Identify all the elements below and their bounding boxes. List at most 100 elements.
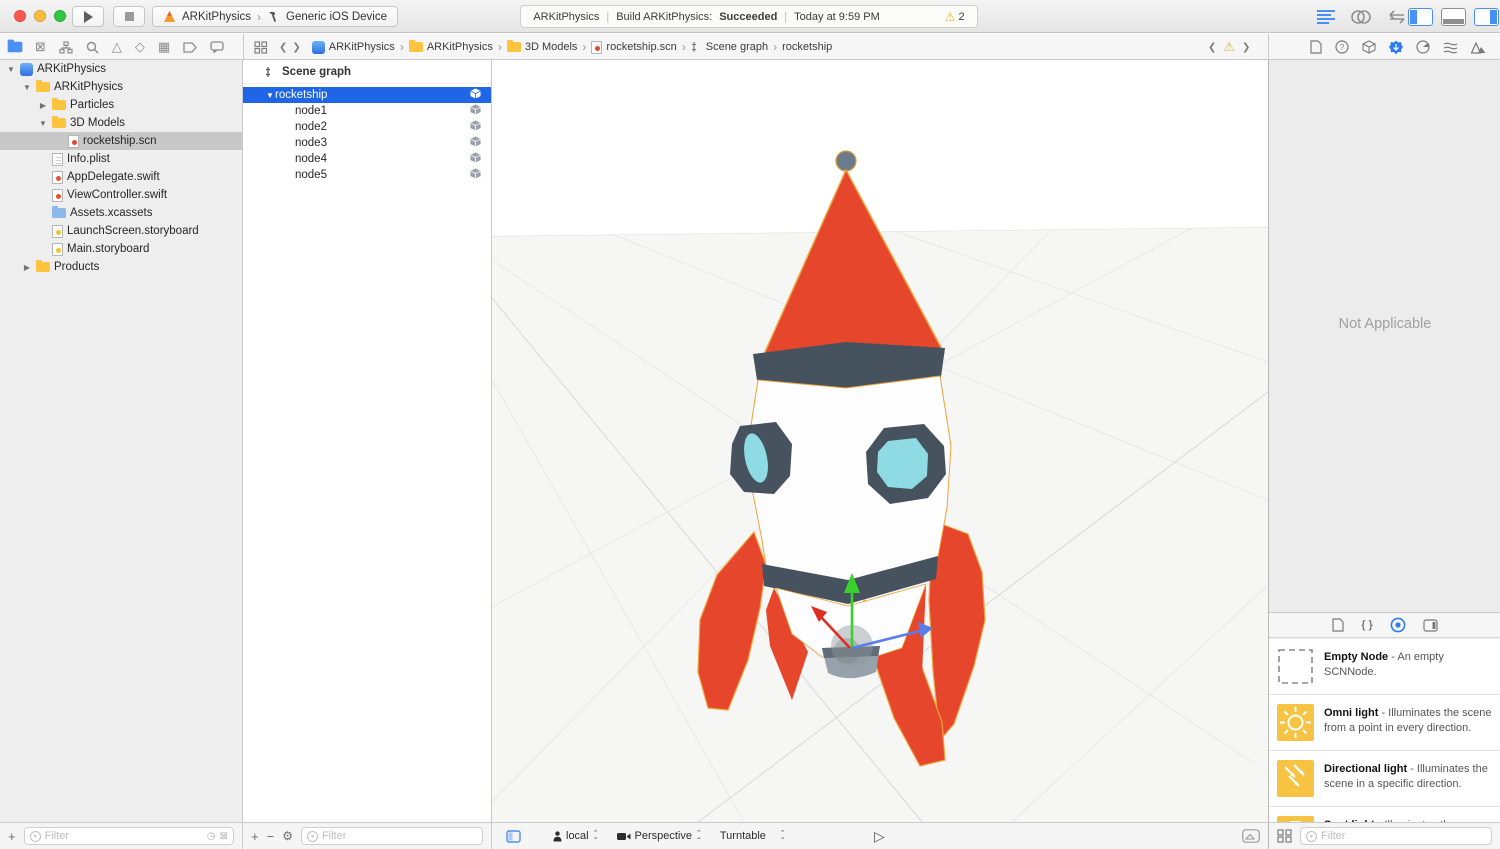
nav-item-products[interactable]: ▶ Products <box>0 258 242 276</box>
disclosure-triangle[interactable]: ▼ <box>38 119 48 128</box>
standard-editor-icon[interactable] <box>1316 9 1336 25</box>
library-item-omni-light[interactable]: Omni light - Illuminates the scene from … <box>1269 695 1500 751</box>
add-node-button[interactable]: + <box>251 829 259 844</box>
go-back-button[interactable]: ❮ <box>279 42 287 53</box>
scene-graph-filter-field[interactable]: ▾ <box>301 827 483 845</box>
nav-item-launchscreen[interactable]: LaunchScreen.storyboard <box>0 222 242 240</box>
disclosure-triangle[interactable]: ▼ <box>22 83 32 92</box>
add-file-button[interactable]: + <box>8 829 16 844</box>
camera-selector[interactable]: Perspective ⌃⌄ <box>617 830 702 842</box>
report-navigator-icon[interactable] <box>210 41 224 53</box>
close-window-button[interactable] <box>14 10 26 22</box>
library-filter-input[interactable] <box>1321 830 1486 842</box>
nav-item-particles[interactable]: ▶ Particles <box>0 96 242 114</box>
project-navigator-icon[interactable] <box>8 42 23 53</box>
toggle-inspector-button[interactable] <box>1474 8 1499 26</box>
run-button[interactable] <box>72 6 104 27</box>
library-filter-field[interactable]: ▾ <box>1300 827 1492 845</box>
nav-item-project[interactable]: ▼ ARKitPhysics <box>0 60 242 78</box>
quick-help-inspector-icon[interactable]: ? <box>1335 40 1349 54</box>
library-view-mode-icon[interactable] <box>1277 829 1292 843</box>
toggle-debug-area-button[interactable] <box>1441 8 1466 26</box>
navigator-filter-input[interactable] <box>45 830 203 842</box>
scene-node-rocketship[interactable]: ▼ rocketship <box>243 87 491 103</box>
scene-node[interactable]: node1 <box>243 103 491 119</box>
nav-item-appdelegate[interactable]: AppDelegate.swift <box>0 168 242 186</box>
assistant-editor-icon[interactable] <box>1350 9 1372 25</box>
scene-node[interactable]: node3 <box>243 135 491 151</box>
next-issue-button[interactable]: ❯ <box>1242 42 1250 53</box>
toggle-scene-graph-button[interactable] <box>506 830 521 843</box>
scheme-selector[interactable]: ARKitPhysics › Generic iOS Device <box>152 6 398 27</box>
nav-item-3d-models[interactable]: ▼ 3D Models <box>0 114 242 132</box>
navigator-filter-field[interactable]: ▾ ◷ ⊠ <box>24 827 234 845</box>
file-template-library-icon[interactable] <box>1332 618 1344 632</box>
symbol-navigator-icon[interactable] <box>59 41 73 54</box>
level-inspector-icon[interactable] <box>1471 41 1486 54</box>
minimize-window-button[interactable] <box>34 10 46 22</box>
breadcrumb-group[interactable]: ARKitPhysics <box>409 41 493 53</box>
scene-node[interactable]: node4 <box>243 151 491 167</box>
breadcrumb-project[interactable]: ARKitPhysics <box>312 41 395 54</box>
stepper-down: ⌄ <box>696 836 702 841</box>
coordinate-space-selector[interactable]: local ⌃⌄ <box>553 830 599 842</box>
orbit-mode-selector[interactable]: Turntable ⌃⌄ <box>720 830 786 842</box>
issue-navigator-icon[interactable]: △ <box>112 39 122 55</box>
search-navigator-icon[interactable] <box>86 41 99 54</box>
breakpoint-navigator-icon[interactable] <box>183 42 197 53</box>
library-item-empty-node[interactable]: Empty Node - An empty SCNNode. <box>1269 639 1500 695</box>
breadcrumb-scene-graph[interactable]: Scene graph <box>691 41 768 53</box>
go-forward-button[interactable]: ❯ <box>292 42 300 53</box>
physics-inspector-icon[interactable] <box>1416 40 1430 54</box>
folder-icon <box>507 42 521 52</box>
nav-item-info-plist[interactable]: Info.plist <box>0 150 242 168</box>
asset-catalog-icon <box>52 208 66 218</box>
previous-issue-button[interactable]: ❮ <box>1208 42 1216 53</box>
attributes-inspector-icon[interactable] <box>1389 40 1403 55</box>
toggle-navigator-button[interactable] <box>1408 8 1433 26</box>
nav-item-assets[interactable]: Assets.xcassets <box>0 204 242 222</box>
warning-icon[interactable]: ⚠ <box>1223 39 1235 55</box>
breadcrumb-group[interactable]: 3D Models <box>507 41 578 53</box>
node-inspector-icon[interactable] <box>1362 40 1376 54</box>
scene-editor-viewport[interactable] <box>492 60 1268 822</box>
nav-item-rocketship-scn[interactable]: rocketship.scn <box>0 132 242 150</box>
directional-light-icon <box>1277 760 1314 797</box>
nav-item-viewcontroller[interactable]: ViewController.swift <box>0 186 242 204</box>
debug-navigator-icon[interactable]: ▦ <box>158 39 170 55</box>
related-items-icon[interactable] <box>254 41 268 54</box>
zoom-window-button[interactable] <box>54 10 66 22</box>
breadcrumb-node[interactable]: rocketship <box>782 41 832 53</box>
version-editor-icon[interactable] <box>1386 9 1408 25</box>
warning-counter[interactable]: ⚠ 2 <box>945 10 965 24</box>
library-item-spot-light[interactable]: Spot light - Illuminates the scene <box>1269 807 1500 822</box>
code-snippet-library-icon[interactable]: { } <box>1361 619 1373 631</box>
file-inspector-icon[interactable] <box>1310 40 1322 54</box>
disclosure-triangle[interactable]: ▶ <box>38 101 48 110</box>
scene-graph-filter-input[interactable] <box>322 830 477 842</box>
remove-node-button[interactable]: − <box>267 829 275 844</box>
object-library-icon[interactable] <box>1390 617 1406 633</box>
play-scene-button[interactable]: ▷ <box>874 828 885 845</box>
scene-node[interactable]: node5 <box>243 167 491 183</box>
snapshot-button[interactable] <box>1242 829 1260 843</box>
empty-node-icon <box>1277 648 1314 685</box>
scene-graph-panel: Scene graph ▼ rocketship node1 node2 nod… <box>243 60 492 822</box>
test-navigator-icon[interactable]: ◇ <box>135 39 145 55</box>
recent-files-icon[interactable]: ◷ <box>207 831 216 842</box>
library-item-directional-light[interactable]: Directional light - Illuminates the scen… <box>1269 751 1500 807</box>
stop-button[interactable] <box>113 6 145 27</box>
disclosure-triangle[interactable]: ▶ <box>22 263 32 272</box>
disclosure-triangle[interactable]: ▼ <box>6 65 16 74</box>
scene-inspector-icon[interactable] <box>1443 41 1458 54</box>
action-gear-button[interactable]: ⚙ <box>282 829 293 843</box>
source-control-navigator-icon[interactable]: ⊠ <box>35 39 46 55</box>
scene-graph-icon <box>265 66 276 78</box>
nav-item-group[interactable]: ▼ ARKitPhysics <box>0 78 242 96</box>
nav-item-main-storyboard[interactable]: Main.storyboard <box>0 240 242 258</box>
scm-status-icon[interactable]: ⊠ <box>220 831 228 842</box>
breadcrumb-file[interactable]: rocketship.scn <box>591 41 676 54</box>
scene-node[interactable]: node2 <box>243 119 491 135</box>
media-library-icon[interactable] <box>1423 619 1438 632</box>
disclosure-triangle[interactable]: ▼ <box>243 91 275 100</box>
